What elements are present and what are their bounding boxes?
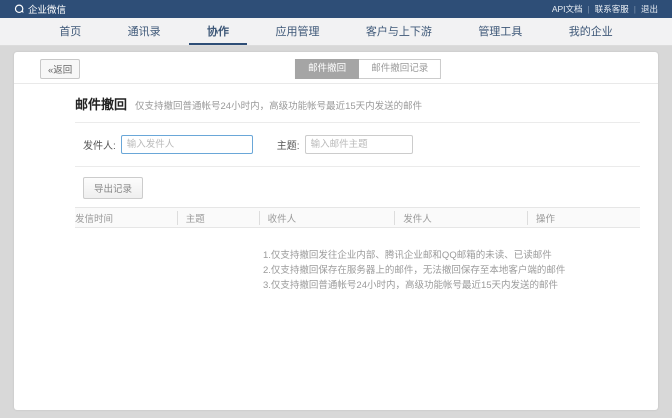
note-line: 2.仅支持撤回保存在服务器上的邮件，无法撤回保存至本地客户端的邮件 [263, 263, 640, 278]
separator: | [588, 4, 590, 14]
page-subtitle: 仅支持撤回普通帐号24小时内，高级功能帐号最近15天内发送的邮件 [135, 98, 422, 112]
sender-input[interactable] [121, 135, 253, 154]
chat-bubble-icon [14, 4, 25, 15]
recall-tabs: 邮件撤回 邮件撤回记录 [295, 59, 441, 79]
note-line: 3.仅支持撤回普通帐号24小时内，高级功能帐号最近15天内发送的邮件 [263, 278, 640, 293]
main-nav: 首页 通讯录 协作 应用管理 客户与上下游 管理工具 我的企业 [0, 18, 672, 46]
col-sender: 发件人 [394, 211, 527, 225]
topbar-links: API文档 | 联系客服 | 退出 [552, 3, 658, 15]
panel-content: 邮件撤回 仅支持撤回普通帐号24小时内，高级功能帐号最近15天内发送的邮件 发件… [14, 84, 658, 293]
brand-logo: 企业微信 [14, 2, 66, 16]
link-logout[interactable]: 退出 [641, 3, 658, 15]
search-form: 发件人: 主题: [75, 123, 640, 166]
brand-name: 企业微信 [28, 2, 66, 16]
link-api-docs[interactable]: API文档 [552, 3, 583, 15]
title-row: 邮件撤回 仅支持撤回普通帐号24小时内，高级功能帐号最近15天内发送的邮件 [75, 84, 640, 122]
top-bar: 企业微信 API文档 | 联系客服 | 退出 [0, 0, 672, 18]
col-recipient: 收件人 [259, 211, 395, 225]
nav-tab-home[interactable]: 首页 [41, 18, 99, 45]
col-send-time: 发信时间 [75, 211, 177, 225]
export-records-button[interactable]: 导出记录 [83, 177, 143, 199]
note-line: 1.仅支持撤回发往企业内部、腾讯企业邮和QQ邮箱的未读、已读邮件 [263, 248, 640, 263]
nav-tab-contacts[interactable]: 通讯录 [110, 18, 179, 45]
link-contact-support[interactable]: 联系客服 [595, 3, 629, 15]
nav-tab-app-management[interactable]: 应用管理 [257, 18, 337, 45]
col-subject: 主题 [177, 211, 259, 225]
separator: | [634, 4, 636, 14]
divider [75, 166, 640, 167]
col-action: 操作 [527, 211, 640, 225]
panel-header: «返回 邮件撤回 邮件撤回记录 [14, 52, 658, 84]
nav-tab-collaboration[interactable]: 协作 [189, 18, 247, 45]
nav-tab-customers[interactable]: 客户与上下游 [348, 18, 450, 45]
tab-recall-records[interactable]: 邮件撤回记录 [359, 59, 441, 79]
content-panel: «返回 邮件撤回 邮件撤回记录 邮件撤回 仅支持撤回普通帐号24小时内，高级功能… [14, 52, 658, 410]
page-background: «返回 邮件撤回 邮件撤回记录 邮件撤回 仅支持撤回普通帐号24小时内，高级功能… [0, 46, 672, 418]
subject-input[interactable] [305, 135, 413, 154]
back-button[interactable]: «返回 [40, 59, 80, 79]
empty-state-notes: 1.仅支持撤回发往企业内部、腾讯企业邮和QQ邮箱的未读、已读邮件 2.仅支持撤回… [263, 248, 640, 293]
nav-tab-my-enterprise[interactable]: 我的企业 [551, 18, 631, 45]
subject-label: 主题: [277, 137, 300, 152]
sender-label: 发件人: [83, 137, 116, 152]
nav-tab-admin-tools[interactable]: 管理工具 [460, 18, 540, 45]
tab-email-recall[interactable]: 邮件撤回 [295, 59, 359, 79]
page-title: 邮件撤回 [75, 94, 127, 113]
table-header-row: 发信时间 主题 收件人 发件人 操作 [75, 207, 640, 228]
